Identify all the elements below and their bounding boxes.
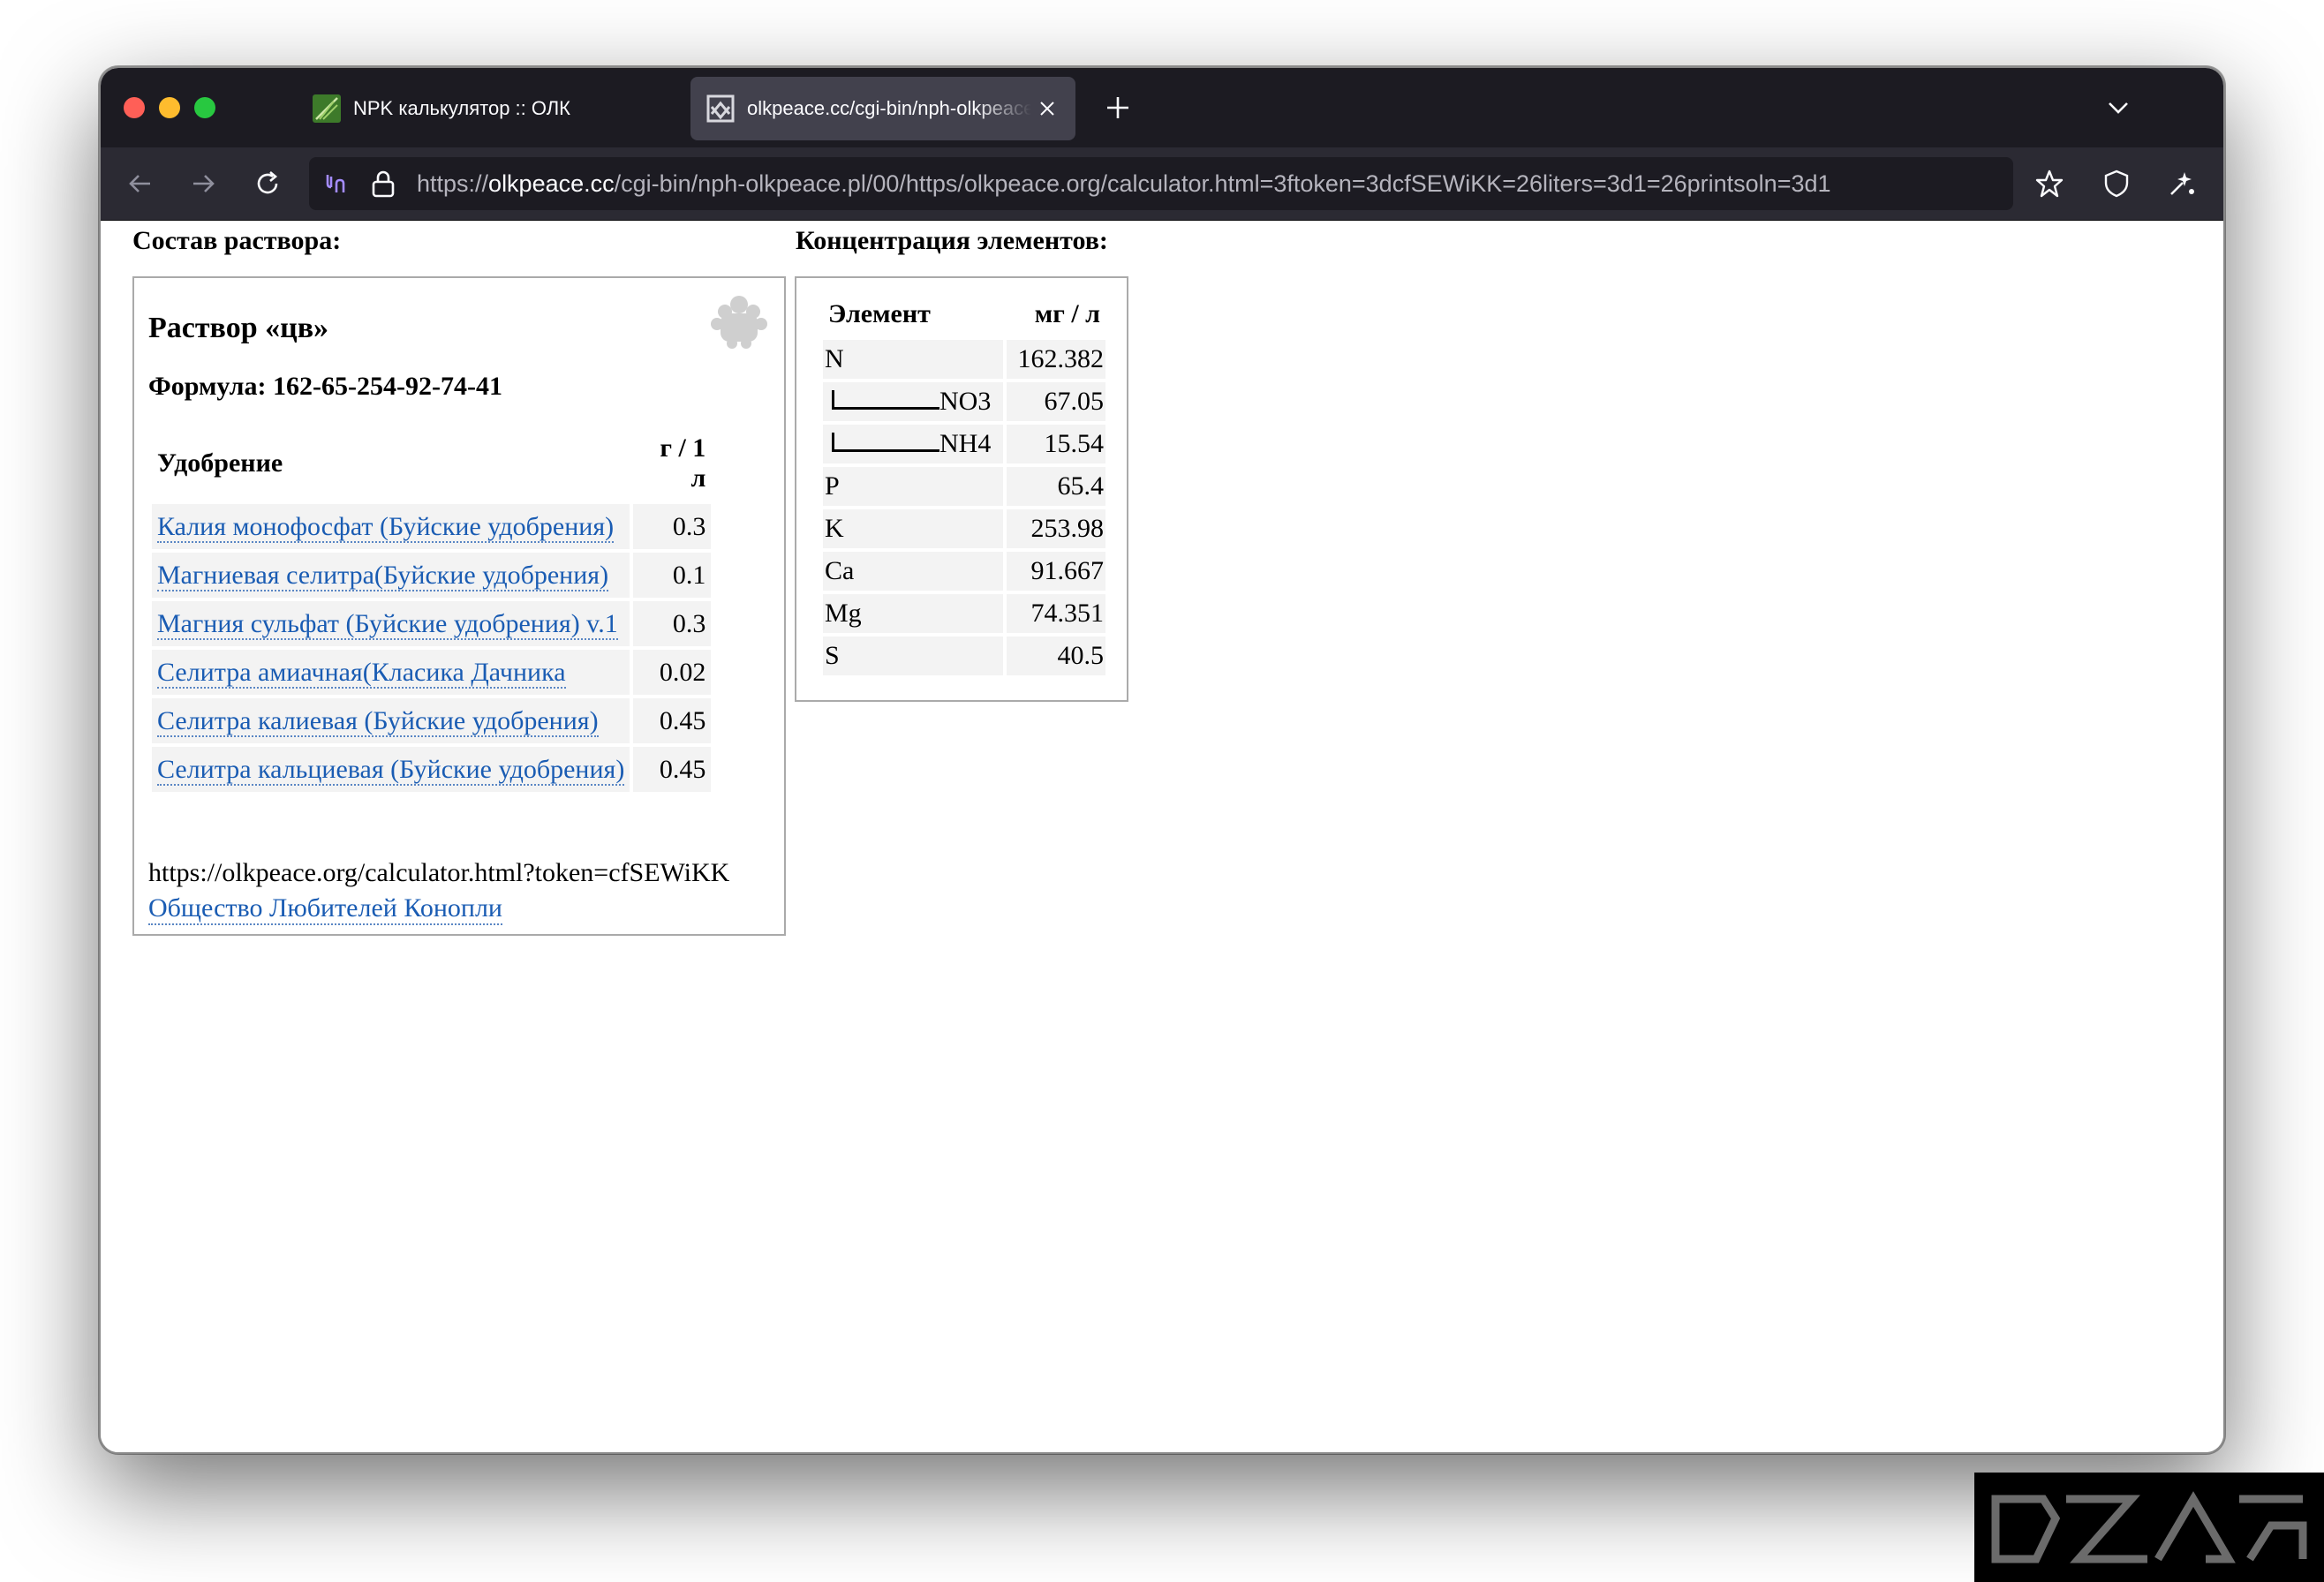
table-row: S 40.5: [823, 637, 1105, 675]
fertilizer-table: Удобрение г / 1 л Калия монофосфат (Буйс…: [148, 428, 714, 795]
fertilizer-cell: Калия монофосфат (Буйские удобрения): [152, 504, 630, 549]
plus-icon[interactable]: [1102, 92, 1134, 124]
fertilizer-cell: Магния сульфат (Буйские удобрения) v.1: [152, 601, 630, 646]
url-scheme: https://: [417, 170, 489, 197]
close-icon[interactable]: [1031, 93, 1063, 124]
value-cell: 253.98: [1007, 509, 1105, 548]
tree-connector: [832, 390, 939, 410]
fertilizer-link[interactable]: Селитра кальциевая (Буйские удобрения): [157, 754, 625, 786]
fertilizer-cell: Селитра калиевая (Буйские удобрения): [152, 698, 630, 743]
element-cell: N: [823, 340, 1003, 379]
window-close-button[interactable]: [124, 97, 145, 118]
fertilizer-link[interactable]: Калия монофосфат (Буйские удобрения): [157, 511, 615, 543]
element-cell: NH4: [823, 425, 1003, 463]
amount-cell: 0.45: [633, 698, 712, 743]
shield-icon[interactable]: [2098, 165, 2135, 202]
fertilizer-link[interactable]: Селитра амиачная(Класика Дачника: [157, 657, 566, 689]
reload-icon[interactable]: [249, 165, 286, 202]
table-row: N 162.382: [823, 340, 1105, 379]
table-row: NO3 67.05: [823, 382, 1105, 421]
element-cell: NO3: [823, 382, 1003, 421]
solution-url: https://olkpeace.org/calculator.html?tok…: [148, 858, 730, 887]
table-row: Магниевая селитра(Буйские удобрения) 0.1: [152, 553, 712, 598]
proxy-favicon-icon: [706, 94, 735, 123]
table-row: Калия монофосфат (Буйские удобрения) 0.3: [152, 504, 712, 549]
fertilizer-link[interactable]: Селитра калиевая (Буйские удобрения): [157, 705, 599, 737]
tracking-protection-icon[interactable]: [321, 170, 350, 198]
fertilizer-cell: Селитра амиачная(Класика Дачника: [152, 650, 630, 695]
value-cell: 74.351: [1007, 594, 1105, 633]
element-cell: Mg: [823, 594, 1003, 633]
fertilizer-cell: Магниевая селитра(Буйские удобрения): [152, 553, 630, 598]
table-row: P 65.4: [823, 467, 1105, 506]
amount-cell: 0.1: [633, 553, 712, 598]
tab-olkpeace-proxy[interactable]: olkpeace.cc/cgi-bin/nph-olkpeace.pl/00/h…: [690, 77, 1075, 140]
table-row: Ca 91.667: [823, 552, 1105, 591]
table-row: Селитра кальциевая (Буйские удобрения) 0…: [152, 747, 712, 792]
table-row: Селитра амиачная(Класика Дачника 0.02: [152, 650, 712, 695]
lock-icon[interactable]: [369, 169, 397, 199]
fertilizer-link[interactable]: Магниевая селитра(Буйские удобрения): [157, 560, 609, 591]
amount-cell: 0.45: [633, 747, 712, 792]
window-minimize-button[interactable]: [159, 97, 180, 118]
tab-bar: NPK калькулятор :: ОЛК olkpeace.cc/cgi-b…: [101, 68, 2223, 147]
table-row: Магния сульфат (Буйские удобрения) v.1 0…: [152, 601, 712, 646]
tab-title: NPK калькулятор :: ОЛК: [353, 97, 570, 119]
star-icon[interactable]: [2031, 165, 2068, 202]
table-row: Селитра калиевая (Буйские удобрения) 0.4…: [152, 698, 712, 743]
table-row: NH4 15.54: [823, 425, 1105, 463]
chevron-down-icon[interactable]: [2103, 93, 2133, 123]
society-link[interactable]: Общество Любителей Конопли: [148, 893, 502, 925]
value-cell: 15.54: [1007, 425, 1105, 463]
arrow-left-icon[interactable]: [122, 165, 159, 202]
amount-cell: 0.02: [633, 650, 712, 695]
element-cell: Ca: [823, 552, 1003, 591]
concentration-table: Элемент мг / л N 162.382 NO3 67.05 NH4 1…: [819, 294, 1109, 679]
table-row: Mg 74.351: [823, 594, 1105, 633]
amount-cell: 0.3: [633, 601, 712, 646]
window-maximize-button[interactable]: [194, 97, 215, 118]
hemp-leaf-icon: [711, 296, 767, 349]
url-bar[interactable]: https://olkpeace.cc/cgi-bin/nph-olkpeace…: [309, 157, 2013, 210]
concentration-panel: Элемент мг / л N 162.382 NO3 67.05 NH4 1…: [795, 276, 1128, 702]
amount-cell: 0.3: [633, 504, 712, 549]
value-column-header: мг / л: [1034, 299, 1100, 328]
watermark-logo: [1974, 1473, 2324, 1582]
element-name: NH4: [939, 429, 992, 458]
value-cell: 91.667: [1007, 552, 1105, 591]
solution-name: Раствор «цв»: [148, 312, 329, 344]
fertilizer-column-header: Удобрение: [157, 448, 283, 478]
amount-column-header: г / 1 л: [660, 433, 706, 493]
element-column-header: Элемент: [828, 299, 931, 328]
value-cell: 162.382: [1007, 340, 1105, 379]
tab-title: olkpeace.cc/cgi-bin/nph-olkpeace.pl/00/h…: [747, 97, 1031, 119]
leaf-favicon-icon: [313, 94, 341, 123]
page-content: Состав раствора: Концентрация элементов:…: [101, 221, 2223, 1452]
solution-panel: Раствор «цв» Формула: 162-65-254-92-74-4…: [132, 276, 786, 936]
url-text[interactable]: https://olkpeace.cc/cgi-bin/nph-olkpeace…: [417, 157, 2004, 210]
fertilizer-cell: Селитра кальциевая (Буйские удобрения): [152, 747, 630, 792]
concentration-section-title: Концентрация элементов:: [796, 226, 1108, 255]
table-row: K 253.98: [823, 509, 1105, 548]
url-path: /cgi-bin/nph-olkpeace.pl/00/https/olkpea…: [614, 170, 1831, 197]
value-cell: 65.4: [1007, 467, 1105, 506]
solution-section-title: Состав раствора:: [132, 226, 342, 255]
navigation-toolbar: https://olkpeace.cc/cgi-bin/nph-olkpeace…: [101, 147, 2223, 221]
extensions-icon[interactable]: [2163, 165, 2200, 202]
fertilizer-link[interactable]: Магния сульфат (Буйские удобрения) v.1: [157, 608, 618, 640]
value-cell: 67.05: [1007, 382, 1105, 421]
browser-window: NPK калькулятор :: ОЛК olkpeace.cc/cgi-b…: [99, 66, 2225, 1454]
element-cell: K: [823, 509, 1003, 548]
table-header-row: Удобрение г / 1 л: [152, 432, 711, 501]
solution-formula: Формула: 162-65-254-92-74-41: [148, 372, 502, 401]
element-cell: S: [823, 637, 1003, 675]
tree-connector: [832, 433, 939, 452]
arrow-right-icon[interactable]: [185, 165, 222, 202]
value-cell: 40.5: [1007, 637, 1105, 675]
element-name: NO3: [939, 387, 992, 416]
table-header-row: Элемент мг / л: [823, 298, 1105, 336]
url-host: olkpeace.cc: [488, 170, 615, 197]
element-cell: P: [823, 467, 1003, 506]
